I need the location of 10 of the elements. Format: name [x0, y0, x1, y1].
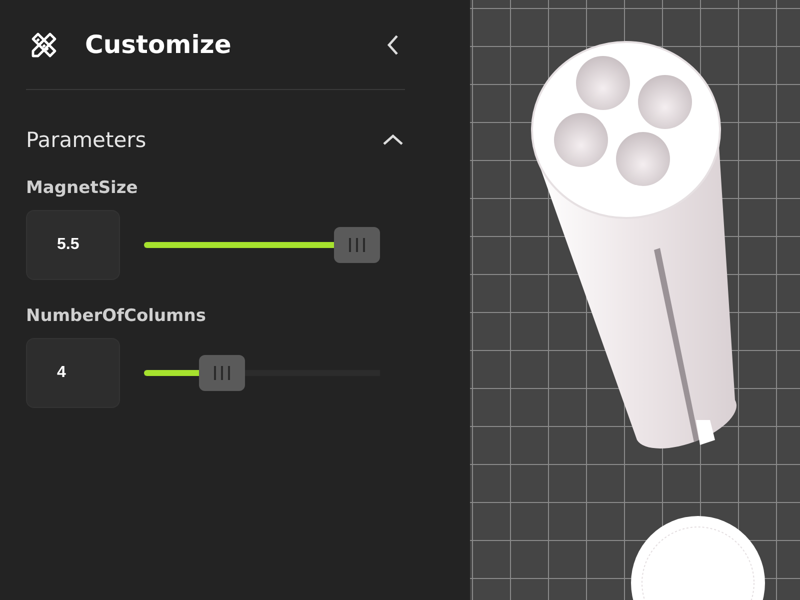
chevron-left-icon: [386, 34, 400, 56]
slider-thumb[interactable]: [199, 355, 246, 391]
parameter-value-field[interactable]: 4: [26, 338, 120, 408]
chevron-up-icon: [382, 133, 404, 147]
parameter-label: NumberOfColumns: [26, 306, 206, 326]
slider-thumb[interactable]: [334, 227, 380, 263]
panel-title: Customize: [85, 30, 232, 59]
parameter-label: MagnetSize: [26, 178, 138, 198]
section-title: Parameters: [26, 128, 148, 152]
parameter-value-field[interactable]: 5.5: [26, 210, 120, 280]
